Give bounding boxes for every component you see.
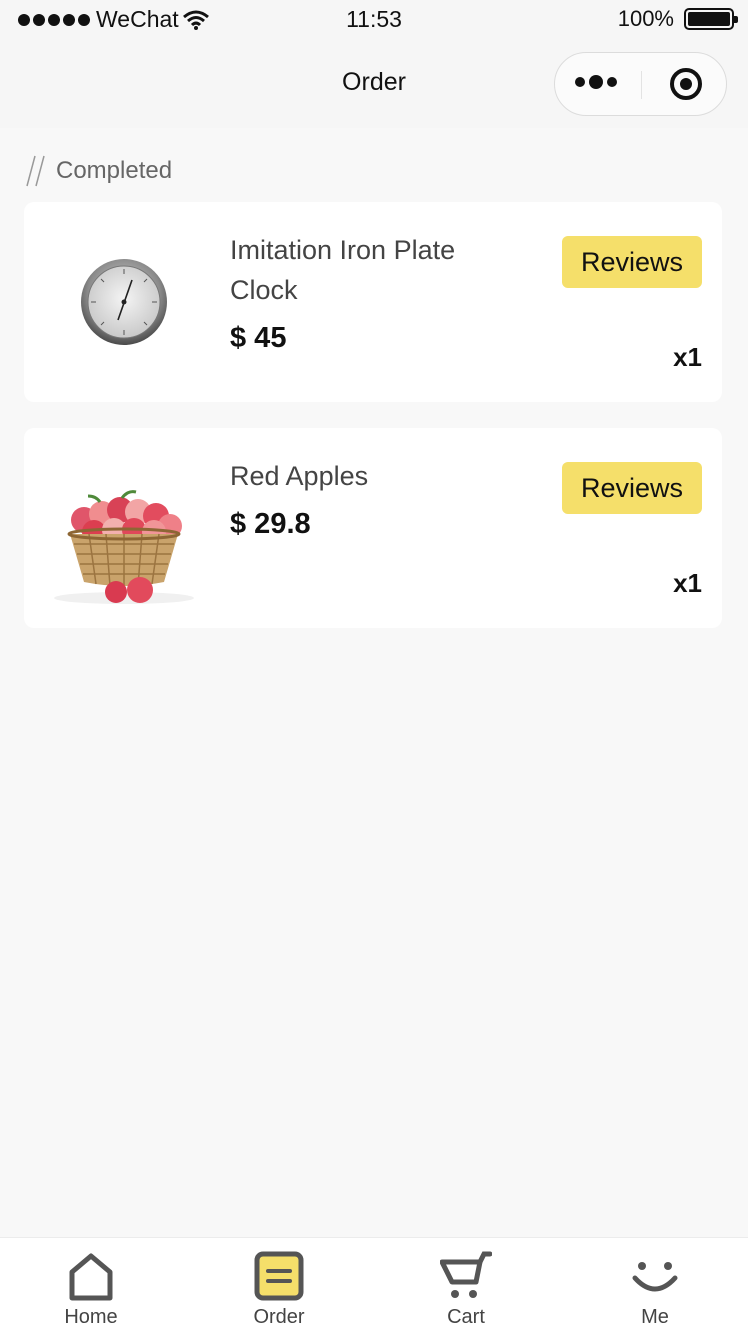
tab-me[interactable]: Me xyxy=(595,1248,715,1328)
reviews-button[interactable]: Reviews xyxy=(562,462,702,514)
double-slash-icon xyxy=(26,155,45,187)
capsule-divider xyxy=(641,71,642,99)
tab-order[interactable]: Order xyxy=(219,1248,339,1328)
tab-label: Me xyxy=(641,1306,669,1328)
tab-cart[interactable]: Cart xyxy=(406,1248,526,1328)
nav-bar: Order xyxy=(0,40,748,128)
more-icon[interactable] xyxy=(575,75,617,89)
home-icon xyxy=(69,1253,113,1301)
battery-percent: 100% xyxy=(617,6,674,31)
section-title: Completed xyxy=(56,157,173,184)
product-name: Imitation Iron Plate Clock xyxy=(230,235,456,305)
product-price: $ 29.8 xyxy=(230,508,311,540)
quantity: x1 xyxy=(673,342,702,372)
close-miniprogram-icon[interactable] xyxy=(669,67,703,101)
clock-product-image xyxy=(81,259,167,345)
order-card[interactable]: Imitation Iron Plate Clock $ 45 Reviews … xyxy=(24,202,722,402)
product-name: Red Apples xyxy=(230,461,369,491)
cart-icon xyxy=(440,1251,492,1298)
quantity: x1 xyxy=(673,568,702,598)
tab-label: Cart xyxy=(447,1306,485,1328)
reviews-button[interactable]: Reviews xyxy=(562,236,702,288)
section-header: Completed xyxy=(26,154,172,188)
tab-label: Home xyxy=(64,1306,118,1328)
apples-product-image xyxy=(54,490,194,604)
battery-area: 100% xyxy=(617,6,738,32)
status-bar: WeChat 11:53 100% xyxy=(0,0,748,40)
smile-icon xyxy=(632,1262,678,1292)
order-card[interactable]: Red Apples $ 29.8 Reviews x1 xyxy=(24,428,722,628)
order-icon xyxy=(254,1251,304,1301)
tab-bar: Home Order Cart Me xyxy=(0,1237,748,1330)
miniprogram-capsule xyxy=(554,52,727,116)
tab-label: Order xyxy=(253,1306,305,1328)
tab-home[interactable]: Home xyxy=(31,1248,151,1328)
product-price: $ 45 xyxy=(230,322,287,354)
battery-icon xyxy=(684,8,738,30)
